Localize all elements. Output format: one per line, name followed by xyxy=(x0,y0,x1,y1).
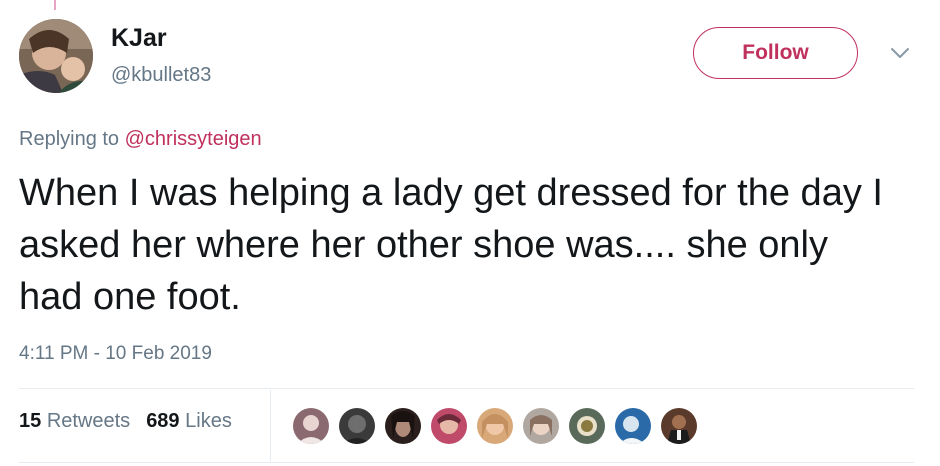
stats-separator xyxy=(270,390,271,462)
author-handle[interactable]: @kbullet83 xyxy=(111,64,211,87)
thread-connector-line xyxy=(54,0,56,10)
reply-mention-link[interactable]: @chrissyteigen xyxy=(125,128,262,150)
retweets-label: Retweets xyxy=(46,410,131,432)
author-avatar[interactable] xyxy=(19,19,93,93)
liker-avatar[interactable] xyxy=(429,406,469,446)
liker-avatar[interactable] xyxy=(659,406,699,446)
liker-avatar[interactable] xyxy=(567,406,607,446)
liker-avatar[interactable] xyxy=(613,406,653,446)
author-avatar-image xyxy=(19,19,93,93)
chevron-down-icon[interactable] xyxy=(890,46,910,60)
liker-avatar[interactable] xyxy=(475,406,515,446)
retweets-count: 15 xyxy=(19,410,42,432)
likes-label: Likes xyxy=(185,410,232,432)
follow-button[interactable]: Follow xyxy=(693,27,858,79)
liker-avatar[interactable] xyxy=(291,406,331,446)
tweet-text: When I was helping a lady get dressed fo… xyxy=(19,172,883,318)
tweet-stats: 15 Retweets 689 Likes xyxy=(19,410,232,433)
likes-stat[interactable]: 689 Likes xyxy=(146,410,232,433)
stats-bottom-divider xyxy=(19,462,914,463)
retweets-stat[interactable]: 15 Retweets xyxy=(19,410,130,433)
replying-to-line: Replying to @chrissyteigen xyxy=(19,128,262,151)
tweet-timestamp[interactable]: 4:11 PM - 10 Feb 2019 xyxy=(19,343,212,365)
likes-count: 689 xyxy=(146,410,180,432)
author-display-name[interactable]: KJar xyxy=(111,24,167,53)
replying-to-prefix: Replying to xyxy=(19,128,120,150)
liker-avatar[interactable] xyxy=(337,406,377,446)
liker-avatar[interactable] xyxy=(521,406,561,446)
liker-avatar[interactable] xyxy=(383,406,423,446)
stats-top-divider xyxy=(19,388,914,389)
